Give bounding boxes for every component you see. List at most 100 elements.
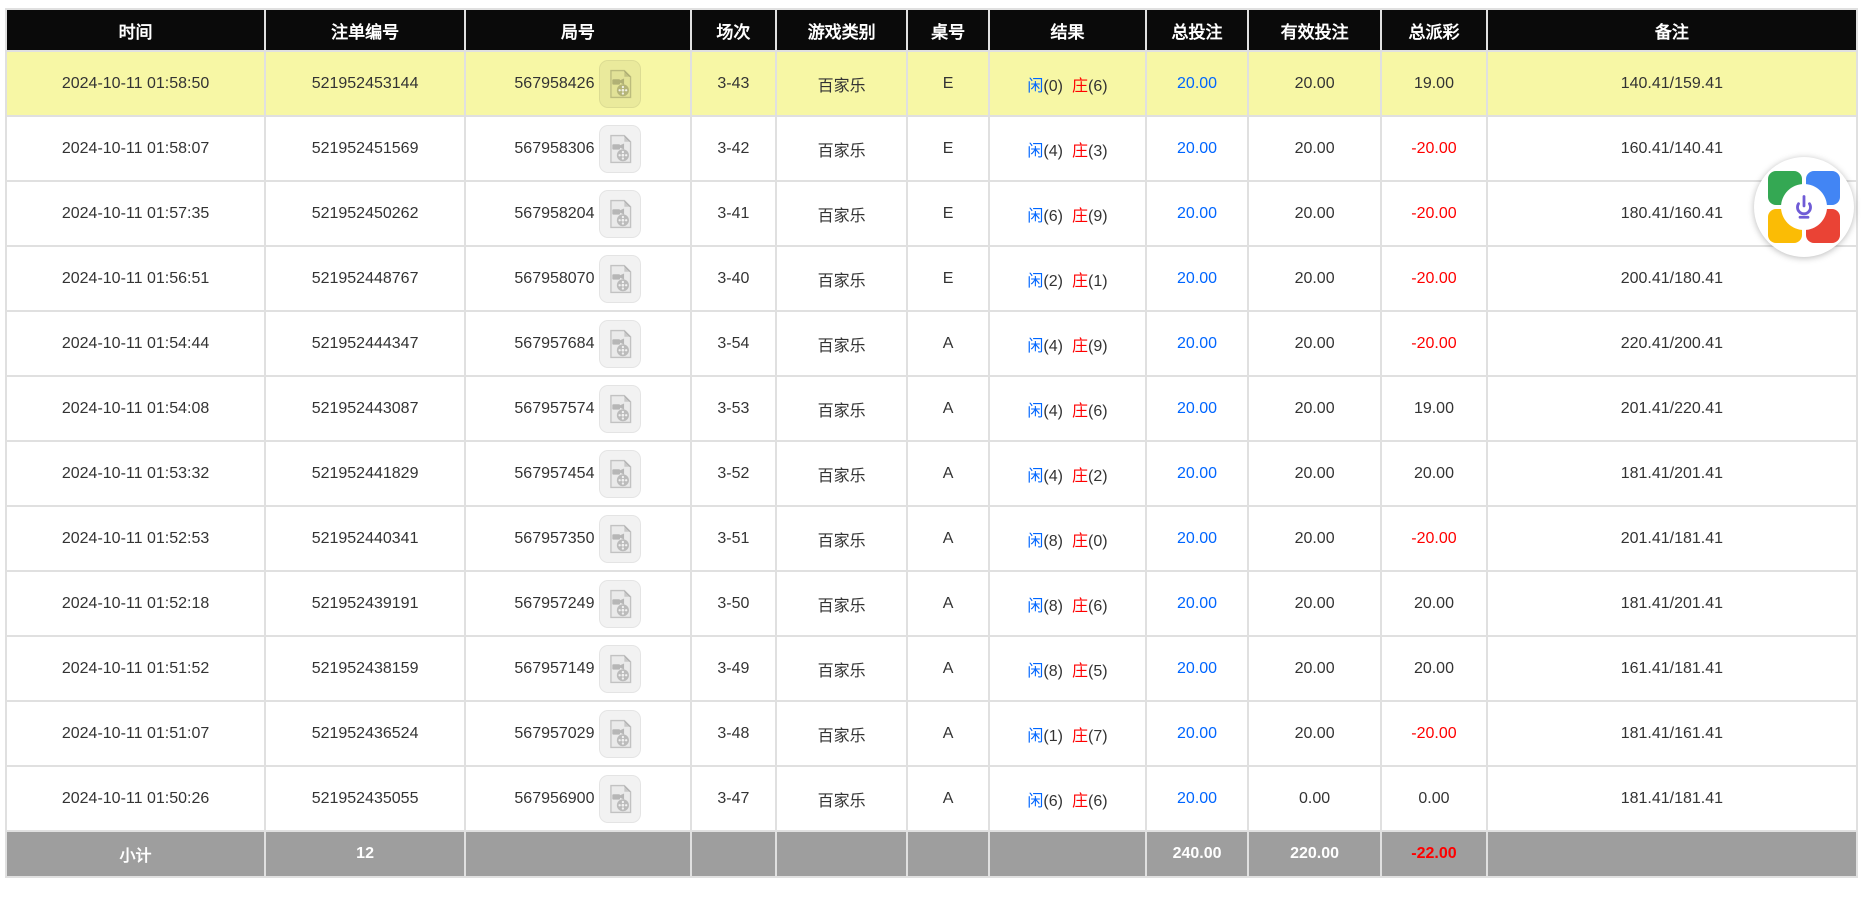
- cell-payout: -20.00: [1381, 701, 1487, 766]
- cell-game-type: 百家乐: [776, 636, 907, 701]
- cell-valid-bet: 20.00: [1248, 441, 1381, 506]
- cell-table-no: A: [907, 441, 988, 506]
- extension-logo: [1768, 171, 1840, 243]
- video-file-icon: [608, 134, 633, 164]
- cell-payout: 20.00: [1381, 636, 1487, 701]
- cell-valid-bet: 20.00: [1248, 246, 1381, 311]
- video-replay-button[interactable]: [599, 320, 641, 368]
- cell-bet-id: 521952441829: [265, 441, 465, 506]
- round-number: 567958306: [514, 140, 594, 158]
- table-row: 2024-10-11 01:53:32 521952441829 5679574…: [6, 441, 1857, 506]
- video-replay-button[interactable]: [599, 710, 641, 758]
- table-row: 2024-10-11 01:58:07 521952451569 5679583…: [6, 116, 1857, 181]
- result-banker-score: (9): [1088, 208, 1108, 225]
- column-header-result: 结果: [989, 9, 1146, 51]
- cell-payout: 0.00: [1381, 766, 1487, 831]
- subtotal-empty-session: [691, 831, 776, 877]
- video-file-icon: [608, 654, 633, 684]
- cell-note: 181.41/201.41: [1487, 441, 1857, 506]
- cell-round: 567957029: [465, 701, 691, 766]
- video-replay-button[interactable]: [599, 385, 641, 433]
- cell-time: 2024-10-11 01:54:08: [6, 376, 265, 441]
- video-replay-button[interactable]: [599, 515, 641, 563]
- video-replay-button[interactable]: [599, 580, 641, 628]
- cell-payout: -20.00: [1381, 116, 1487, 181]
- table-row: 2024-10-11 01:54:44 521952444347 5679576…: [6, 311, 1857, 376]
- video-file-icon: [608, 784, 633, 814]
- result-player-label: 闲: [1027, 728, 1043, 745]
- round-number: 567957149: [514, 660, 594, 678]
- table-row: 2024-10-11 01:52:53 521952440341 5679573…: [6, 506, 1857, 571]
- video-replay-button[interactable]: [599, 190, 641, 238]
- round-number: 567958426: [514, 75, 594, 93]
- cell-round: 567958070: [465, 246, 691, 311]
- result-player-score: (1): [1043, 728, 1063, 745]
- cell-bet-id: 521952438159: [265, 636, 465, 701]
- cell-valid-bet: 0.00: [1248, 766, 1381, 831]
- cell-bet-id: 521952435055: [265, 766, 465, 831]
- cell-note: 181.41/181.41: [1487, 766, 1857, 831]
- result-banker-label: 庄: [1072, 663, 1088, 680]
- video-replay-button[interactable]: [599, 60, 641, 108]
- cell-time: 2024-10-11 01:52:18: [6, 571, 265, 636]
- cell-table-no: E: [907, 181, 988, 246]
- column-header-bet-id: 注单编号: [265, 9, 465, 51]
- video-replay-button[interactable]: [599, 125, 641, 173]
- subtotal-empty-game: [776, 831, 907, 877]
- cell-round: 567958306: [465, 116, 691, 181]
- result-banker-label: 庄: [1072, 208, 1088, 225]
- video-file-icon: [608, 199, 633, 229]
- cell-round: 567957454: [465, 441, 691, 506]
- cell-note: 201.41/181.41: [1487, 506, 1857, 571]
- result-banker-label: 庄: [1072, 468, 1088, 485]
- cell-valid-bet: 20.00: [1248, 701, 1381, 766]
- cell-session: 3-40: [691, 246, 776, 311]
- cell-total-bet: 20.00: [1146, 571, 1248, 636]
- result-banker-label: 庄: [1072, 143, 1088, 160]
- video-file-icon: [608, 459, 633, 489]
- video-replay-button[interactable]: [599, 450, 641, 498]
- result-player-score: (8): [1043, 663, 1063, 680]
- result-player-score: (6): [1043, 208, 1063, 225]
- cell-session: 3-50: [691, 571, 776, 636]
- table-row: 2024-10-11 01:56:51 521952448767 5679580…: [6, 246, 1857, 311]
- cell-table-no: A: [907, 766, 988, 831]
- result-player-score: (4): [1043, 468, 1063, 485]
- result-banker-score: (2): [1088, 468, 1108, 485]
- table-row: 2024-10-11 01:51:07 521952436524 5679570…: [6, 701, 1857, 766]
- cell-game-type: 百家乐: [776, 181, 907, 246]
- cell-bet-id: 521952443087: [265, 376, 465, 441]
- cell-game-type: 百家乐: [776, 766, 907, 831]
- extension-floating-button[interactable]: [1754, 157, 1854, 257]
- result-banker-score: (9): [1088, 338, 1108, 355]
- video-replay-button[interactable]: [599, 775, 641, 823]
- subtotal-empty-table: [907, 831, 988, 877]
- video-replay-button[interactable]: [599, 255, 641, 303]
- table-body: 2024-10-11 01:58:50 521952453144 5679584…: [6, 51, 1857, 831]
- cell-total-bet: 20.00: [1146, 636, 1248, 701]
- cell-table-no: E: [907, 51, 988, 116]
- cell-session: 3-54: [691, 311, 776, 376]
- video-file-icon: [608, 264, 633, 294]
- cell-time: 2024-10-11 01:50:26: [6, 766, 265, 831]
- table-row: 2024-10-11 01:58:50 521952453144 5679584…: [6, 51, 1857, 116]
- video-replay-button[interactable]: [599, 645, 641, 693]
- result-banker-score: (6): [1088, 598, 1108, 615]
- cell-bet-id: 521952453144: [265, 51, 465, 116]
- cell-total-bet: 20.00: [1146, 441, 1248, 506]
- cell-time: 2024-10-11 01:56:51: [6, 246, 265, 311]
- cell-payout: -20.00: [1381, 246, 1487, 311]
- cell-round: 567958426: [465, 51, 691, 116]
- cell-result: 闲(1)庄(7): [989, 701, 1146, 766]
- result-banker-label: 庄: [1072, 78, 1088, 95]
- cell-total-bet: 20.00: [1146, 701, 1248, 766]
- cell-result: 闲(8)庄(6): [989, 571, 1146, 636]
- cell-bet-id: 521952444347: [265, 311, 465, 376]
- cell-table-no: A: [907, 311, 988, 376]
- cell-total-bet: 20.00: [1146, 246, 1248, 311]
- result-player-score: (8): [1043, 533, 1063, 550]
- cell-result: 闲(4)庄(2): [989, 441, 1146, 506]
- cell-bet-id: 521952439191: [265, 571, 465, 636]
- result-player-label: 闲: [1027, 273, 1043, 290]
- result-player-label: 闲: [1027, 793, 1043, 810]
